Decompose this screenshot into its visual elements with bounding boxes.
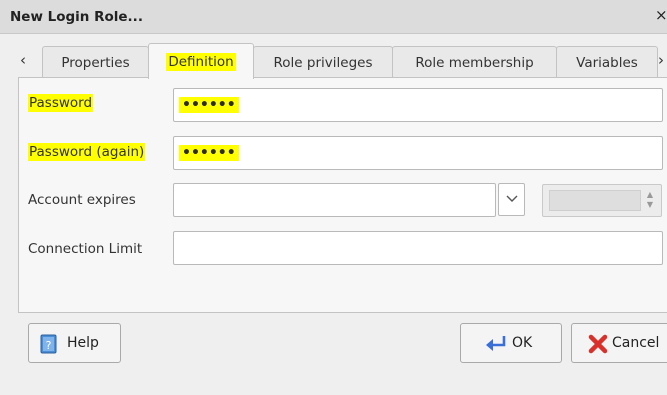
password-again-field[interactable]: •••••• (173, 136, 663, 170)
help-button[interactable]: ? Help (28, 323, 121, 363)
help-button-label: Help (67, 335, 99, 351)
tab-properties[interactable]: Properties (42, 46, 149, 78)
tab-variables[interactable]: Variables (556, 46, 658, 78)
account-expires-date-input[interactable] (173, 183, 496, 217)
tab-definition[interactable]: Definition (148, 43, 254, 79)
password-again-masked-value: •••••• (179, 145, 239, 161)
chevron-down-icon (506, 195, 518, 202)
window-title: New Login Role... (10, 9, 143, 25)
tab-label: Role membership (415, 55, 534, 71)
close-icon[interactable]: × (655, 6, 667, 26)
tab-role-membership[interactable]: Role membership (392, 46, 557, 78)
cancel-x-icon (588, 334, 608, 358)
password-again-label: Password (again) (28, 143, 146, 161)
ok-enter-arrow-icon (484, 334, 508, 358)
password-field[interactable]: •••••• (173, 88, 663, 122)
tab-label: Definition (166, 53, 236, 71)
tab-label: Role privileges (273, 55, 373, 71)
help-book-icon: ? (40, 334, 58, 358)
tab-label: Properties (61, 55, 130, 71)
date-dropdown-button[interactable] (498, 183, 525, 216)
cancel-button-label: Cancel (612, 335, 660, 351)
password-label: Password (28, 94, 94, 112)
tab-scroll-right-icon[interactable]: › (658, 46, 667, 76)
cancel-button[interactable]: Cancel (571, 323, 667, 363)
password-masked-value: •••••• (179, 97, 239, 113)
title-bar: New Login Role... × (0, 0, 667, 34)
new-login-role-dialog: New Login Role... × ‹ Properties Definit… (0, 0, 667, 395)
ok-button[interactable]: OK (460, 323, 562, 363)
ok-button-label: OK (512, 335, 533, 351)
svg-text:?: ? (46, 339, 52, 352)
connection-limit-field[interactable] (173, 231, 663, 265)
tab-role-privileges[interactable]: Role privileges (253, 46, 393, 78)
account-expires-time-spinner[interactable]: ▲ ▼ (542, 184, 662, 217)
account-expires-label: Account expires (28, 192, 136, 208)
connection-limit-label: Connection Limit (28, 241, 143, 257)
tab-scroll-left-icon[interactable]: ‹ (12, 46, 34, 76)
tab-label: Variables (576, 55, 638, 71)
spinner-arrows-icon[interactable]: ▲ ▼ (643, 190, 657, 211)
time-spinner-field (549, 190, 641, 211)
